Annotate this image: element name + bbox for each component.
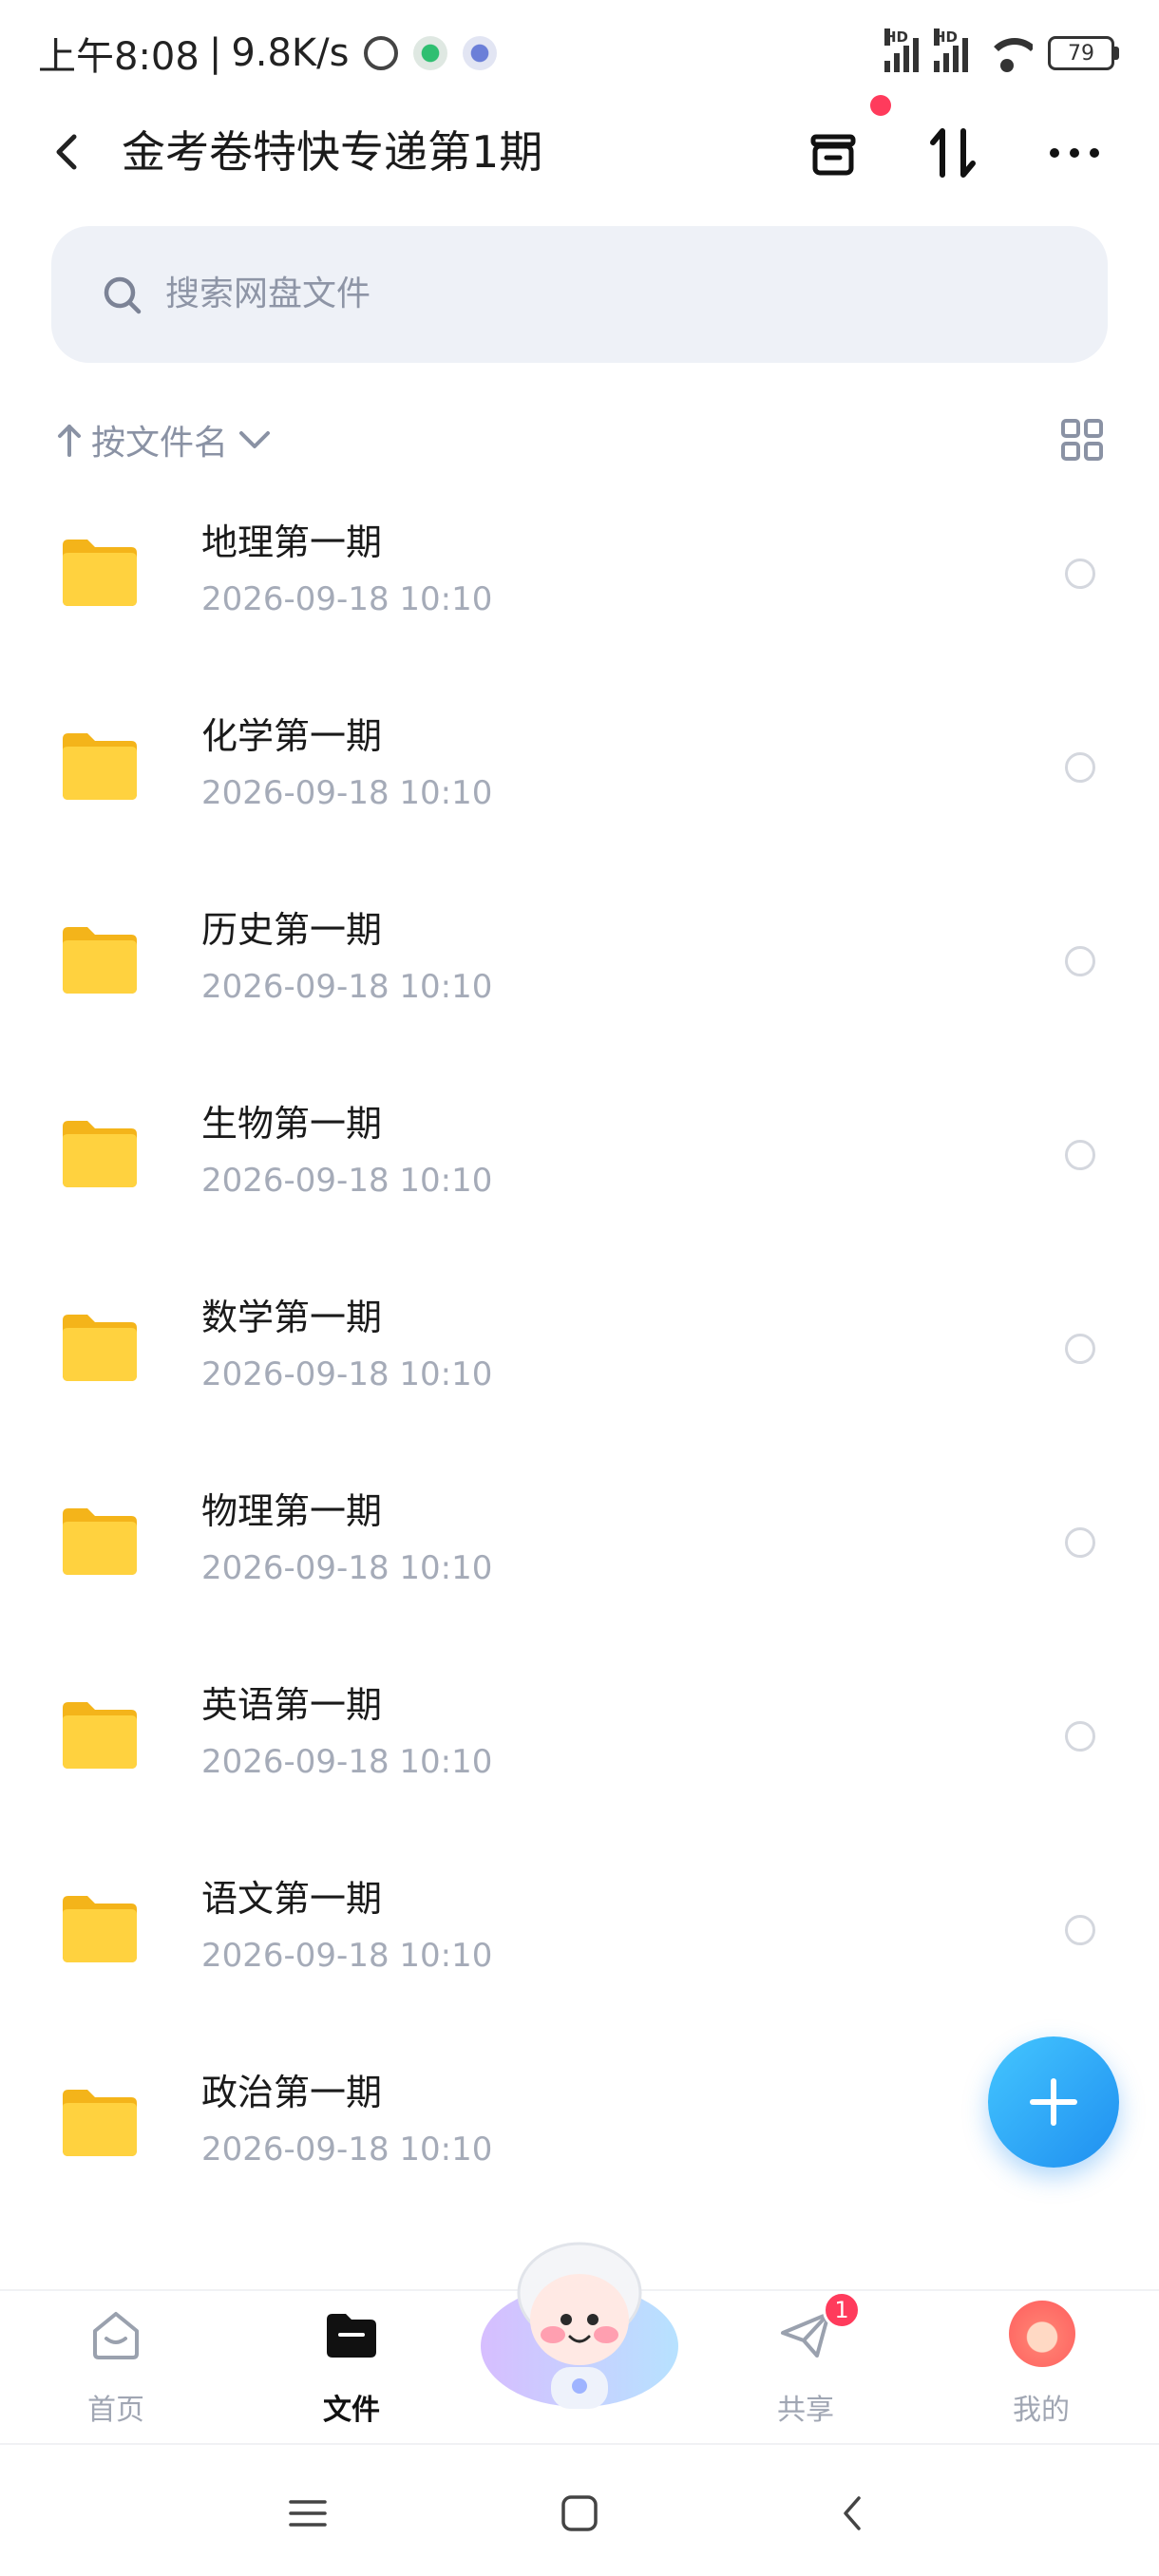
folder-icon xyxy=(63,733,137,800)
folder-icon xyxy=(63,2090,137,2156)
folder-icon xyxy=(63,1702,137,1769)
file-name: 英语第一期 xyxy=(201,1684,383,1726)
folder-icon xyxy=(63,1896,137,1962)
list-item[interactable]: 英语第一期 2026-09-18 10:10 xyxy=(0,1647,1159,1841)
page-title: 金考卷特快专递第1期 xyxy=(122,126,543,178)
file-date: 2026-09-18 10:10 xyxy=(201,774,493,812)
status-left: 上午8:08 | 9.8K/s xyxy=(38,28,498,79)
home-button-icon[interactable] xyxy=(559,2492,600,2534)
hd-label-2: HD xyxy=(934,28,959,46)
app-notification-icon-2 xyxy=(463,36,498,70)
system-navigation-bar xyxy=(0,2443,1159,2576)
select-checkbox[interactable] xyxy=(1065,1140,1095,1170)
battery-level: 79 xyxy=(1048,36,1114,70)
tab-home[interactable]: 首页 xyxy=(40,2291,192,2443)
file-name: 政治第一期 xyxy=(201,2072,383,2113)
mascot-assistant-icon[interactable] xyxy=(475,2232,684,2418)
folder-icon xyxy=(63,540,137,606)
list-item[interactable]: 历史第一期 2026-09-18 10:10 xyxy=(0,872,1159,1066)
list-item[interactable]: 语文第一期 2026-09-18 10:10 xyxy=(0,1841,1159,2035)
file-date: 2026-09-18 10:10 xyxy=(201,2131,493,2169)
battery-icon: 79 xyxy=(1048,36,1119,70)
folder-tab-icon xyxy=(327,2314,376,2358)
hd-label: HD xyxy=(884,28,909,46)
folder-icon xyxy=(63,1121,137,1187)
search-input[interactable]: 搜索网盘文件 xyxy=(51,226,1108,363)
list-item[interactable]: 物理第一期 2026-09-18 10:10 xyxy=(0,1453,1159,1647)
list-item[interactable]: 政治第一期 2026-09-18 10:10 xyxy=(0,2035,1159,2228)
status-separator: | xyxy=(208,31,222,75)
home-icon xyxy=(93,2312,139,2359)
app-notification-icon xyxy=(413,36,448,70)
signal-icon: HD xyxy=(884,28,919,72)
back-arrow-icon[interactable] xyxy=(49,133,87,171)
status-right: HD HD 79 xyxy=(884,28,1119,78)
menu-icon[interactable] xyxy=(287,2492,329,2534)
file-date: 2026-09-18 10:10 xyxy=(201,1355,493,1393)
sort-up-arrow-icon xyxy=(58,425,81,457)
add-button[interactable] xyxy=(988,2036,1119,2168)
search-placeholder: 搜索网盘文件 xyxy=(165,275,371,313)
file-date: 2026-09-18 10:10 xyxy=(201,1743,493,1781)
tab-home-label: 首页 xyxy=(87,2394,144,2427)
select-checkbox[interactable] xyxy=(1065,559,1095,589)
file-date: 2026-09-18 10:10 xyxy=(201,1162,493,1200)
tab-share-label: 共享 xyxy=(777,2394,834,2427)
file-date: 2026-09-18 10:10 xyxy=(201,1937,493,1975)
file-name: 数学第一期 xyxy=(201,1297,383,1338)
select-checkbox[interactable] xyxy=(1065,1915,1095,1945)
tab-me[interactable]: 我的 xyxy=(965,2291,1117,2443)
select-checkbox[interactable] xyxy=(1065,752,1095,783)
wifi-icon xyxy=(983,34,1033,72)
search-icon xyxy=(104,276,142,314)
tab-share[interactable]: 1 共享 xyxy=(730,2291,882,2443)
folder-icon xyxy=(63,927,137,994)
select-checkbox[interactable] xyxy=(1065,946,1095,976)
tab-files[interactable]: 文件 xyxy=(276,2291,428,2443)
more-icon[interactable] xyxy=(1041,120,1108,186)
notification-dot xyxy=(870,95,891,116)
list-item[interactable]: 生物第一期 2026-09-18 10:10 xyxy=(0,1066,1159,1260)
select-checkbox[interactable] xyxy=(1065,1334,1095,1364)
select-checkbox[interactable] xyxy=(1065,1527,1095,1558)
avatar xyxy=(1009,2301,1075,2367)
header: 金考卷特快专递第1期 xyxy=(0,95,1159,199)
alarm-icon xyxy=(364,36,399,70)
sort-selector[interactable]: 按文件名 xyxy=(55,418,281,463)
folder-icon xyxy=(63,1508,137,1575)
chevron-down-icon xyxy=(239,431,271,448)
folder-icon xyxy=(63,1315,137,1381)
file-date: 2026-09-18 10:10 xyxy=(201,1549,493,1587)
file-name: 地理第一期 xyxy=(201,521,383,563)
file-date: 2026-09-18 10:10 xyxy=(201,968,493,1006)
list-item[interactable]: 数学第一期 2026-09-18 10:10 xyxy=(0,1260,1159,1453)
select-checkbox[interactable] xyxy=(1065,1721,1095,1752)
list-item[interactable]: 化学第一期 2026-09-18 10:10 xyxy=(0,678,1159,872)
network-speed: 9.8K/s xyxy=(231,31,350,75)
transfer-icon[interactable] xyxy=(920,120,986,186)
tab-files-label: 文件 xyxy=(323,2394,380,2427)
back-icon[interactable] xyxy=(832,2492,874,2534)
file-date: 2026-09-18 10:10 xyxy=(201,580,493,618)
file-name: 语文第一期 xyxy=(201,1878,383,1920)
share-badge: 1 xyxy=(823,2291,861,2329)
tab-me-label: 我的 xyxy=(1013,2394,1070,2427)
file-name: 物理第一期 xyxy=(201,1490,383,1532)
signal-icon-2: HD xyxy=(934,28,968,72)
grid-view-icon[interactable] xyxy=(1060,418,1104,462)
status-time: 上午8:08 xyxy=(38,35,200,79)
list-item[interactable]: 地理第一期 2026-09-18 10:10 xyxy=(0,484,1159,678)
file-name: 生物第一期 xyxy=(201,1103,383,1145)
file-name: 化学第一期 xyxy=(201,715,383,757)
sort-label: 按文件名 xyxy=(91,424,229,463)
file-list: 地理第一期 2026-09-18 10:10 化学第一期 2026-09-18 … xyxy=(0,484,1159,2228)
status-bar: 上午8:08 | 9.8K/s HD HD 79 xyxy=(0,0,1159,104)
file-name: 历史第一期 xyxy=(201,909,383,951)
archive-icon[interactable] xyxy=(800,120,866,186)
